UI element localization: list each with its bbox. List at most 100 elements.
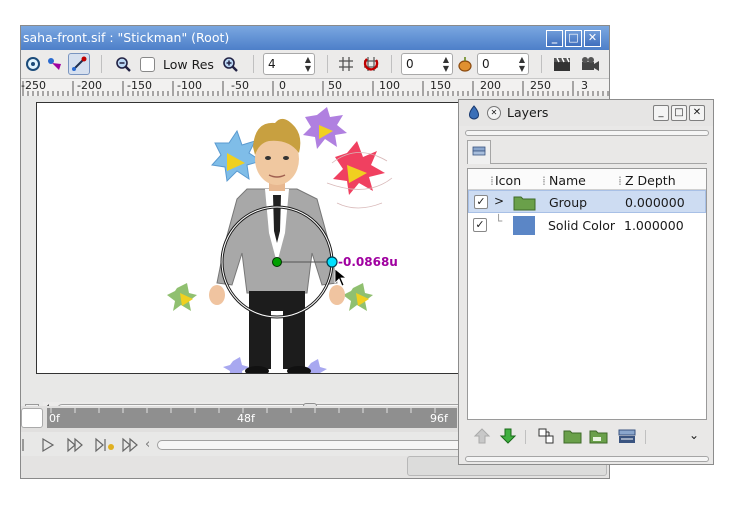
stickman-artwork: [167, 107, 393, 373]
origin-duck[interactable]: [272, 257, 282, 267]
folder-icon: [513, 196, 536, 211]
toolbar-separator: [541, 55, 542, 73]
main-titlebar[interactable]: saha-front.sif : "Stickman" (Root) _ □ ✕: [21, 26, 609, 50]
layer-row[interactable]: ✓ > Group 0.000000: [468, 190, 706, 213]
ungroup-layer-icon[interactable]: [589, 427, 609, 445]
toolbar-separator: [253, 55, 254, 73]
ruler-label: 200: [480, 79, 501, 92]
ruler-label: 3: [581, 79, 588, 92]
quality-value: 4: [268, 57, 276, 71]
horizontal-ruler[interactable]: -250 -200 -150 -100 -50 0 50 100 150 200…: [21, 79, 609, 97]
render-clapper-icon[interactable]: [551, 53, 573, 75]
close-button[interactable]: ✕: [584, 30, 601, 47]
ruler-label: 50: [328, 79, 342, 92]
layers-panel: ✕ Layers _ □ ✕ ⁞ Icon ⁞ Name ⁞ Z Depth ✓…: [458, 99, 714, 465]
onion-future-value: 0: [482, 57, 490, 71]
panel-menu-icon[interactable]: ✕: [487, 106, 501, 120]
canvas-toolbar: Low Res 4 ▲ ▼ 0 ▲ ▼ 0 ▲ ▼: [21, 50, 609, 79]
panel-divider: [465, 130, 709, 136]
time-label: 96f: [430, 412, 448, 425]
chevron-down-icon[interactable]: ⌄: [689, 428, 699, 442]
zoom-in-icon[interactable]: [220, 53, 240, 75]
layers-title: Layers: [507, 105, 549, 120]
ruler-label: -100: [177, 79, 202, 92]
layer-name: Solid Color: [548, 218, 616, 233]
spin-arrows-icon[interactable]: ▲ ▼: [519, 55, 525, 73]
zoom-out-icon[interactable]: [113, 53, 133, 75]
layer-zdepth: 1.000000: [624, 218, 684, 233]
radius-duck[interactable]: [326, 256, 338, 268]
toolbar-separator: [327, 55, 328, 73]
time-zoom-scrollbar[interactable]: [157, 440, 467, 450]
minimize-button[interactable]: _: [546, 30, 563, 47]
duplicate-layer-icon[interactable]: [537, 427, 555, 445]
maximize-button[interactable]: □: [565, 30, 582, 47]
lower-layer-icon[interactable]: [499, 427, 517, 445]
ruler-ticks: [22, 81, 609, 96]
grid-icon[interactable]: [336, 53, 356, 75]
layers-tree[interactable]: ⁞ Icon ⁞ Name ⁞ Z Depth ✓ > Group 0.0000…: [467, 168, 707, 420]
layers-content: ⁞ Icon ⁞ Name ⁞ Z Depth ✓ > Group 0.0000…: [465, 130, 709, 460]
preview-camera-icon[interactable]: [579, 53, 601, 75]
seek-end-button[interactable]: [120, 435, 140, 455]
draft-render-icon[interactable]: [23, 53, 43, 75]
seek-next-keyframe-button[interactable]: [93, 435, 115, 455]
column-icon[interactable]: Icon: [495, 173, 521, 188]
raise-layer-icon[interactable]: [473, 427, 491, 445]
expander-icon[interactable]: >: [494, 194, 504, 208]
layer-row[interactable]: ✓ └ Solid Color 1.000000: [468, 214, 706, 237]
ruler-label: -50: [231, 79, 249, 92]
tab-layers[interactable]: [467, 140, 491, 164]
toolbar-separator: [391, 55, 392, 73]
seek-next-frame-button[interactable]: [65, 435, 85, 455]
play-button[interactable]: [39, 435, 57, 455]
bline-tool-icon[interactable]: [45, 53, 65, 75]
tree-header: ⁞ Icon ⁞ Name ⁞ Z Depth: [468, 169, 706, 190]
toolbar-separator: [101, 55, 102, 73]
layer-active-checkbox[interactable]: ✓: [474, 195, 488, 209]
time-label: 48f: [237, 412, 255, 425]
panel-maximize-button[interactable]: □: [671, 105, 687, 121]
quality-spinbox[interactable]: 4 ▲ ▼: [263, 53, 315, 75]
layer-active-checkbox[interactable]: ✓: [473, 218, 487, 232]
onion-past-spinbox[interactable]: 0 ▲ ▼: [401, 53, 453, 75]
low-res-checkbox[interactable]: [140, 57, 155, 72]
ruler-label: -150: [127, 79, 152, 92]
ruler-label: -250: [21, 79, 46, 92]
time-slider[interactable]: 0f 48f 96f: [47, 408, 457, 428]
ruler-label: 0: [279, 79, 286, 92]
panel-minimize-button[interactable]: _: [653, 105, 669, 121]
layers-titlebar[interactable]: ✕ Layers _ □ ✕: [459, 100, 713, 126]
current-time-field[interactable]: [21, 408, 43, 428]
tab-strip: [491, 140, 707, 164]
show-guides-button[interactable]: [68, 53, 90, 75]
ruler-label: 250: [530, 79, 551, 92]
onion-skin-icon[interactable]: [455, 53, 475, 75]
scroll-left-icon[interactable]: ‹: [145, 437, 150, 452]
snap-grid-icon[interactable]: [361, 53, 381, 75]
group-layer-icon[interactable]: [563, 427, 583, 445]
layer-zdepth: 0.000000: [625, 195, 685, 210]
toolbar-separator: [525, 430, 526, 444]
solid-color-icon: [513, 216, 535, 235]
column-name[interactable]: Name: [549, 173, 586, 188]
time-label: 0f: [49, 412, 60, 425]
low-res-label: Low Res: [163, 57, 214, 72]
spin-arrows-icon[interactable]: ▲ ▼: [305, 55, 311, 73]
ruler-label: 150: [430, 79, 451, 92]
tree-line: └: [495, 214, 503, 228]
panel-divider: [465, 456, 709, 462]
panel-close-button[interactable]: ✕: [689, 105, 705, 121]
column-zdepth[interactable]: Z Depth: [625, 173, 676, 188]
window-title: saha-front.sif : "Stickman" (Root): [23, 30, 230, 45]
drawing-canvas[interactable]: -0.0868u: [36, 102, 474, 374]
encapsulate-layer-icon[interactable]: [617, 427, 637, 445]
layer-name: Group: [549, 195, 588, 210]
seek-begin-button[interactable]: [21, 435, 31, 455]
spin-arrows-icon[interactable]: ▲ ▼: [443, 55, 449, 73]
layers-panel-icon: [469, 105, 479, 120]
ruler-label: 100: [379, 79, 400, 92]
onion-future-spinbox[interactable]: 0 ▲ ▼: [477, 53, 529, 75]
layers-action-bar: ⌄: [467, 422, 707, 452]
ruler-label: -200: [77, 79, 102, 92]
